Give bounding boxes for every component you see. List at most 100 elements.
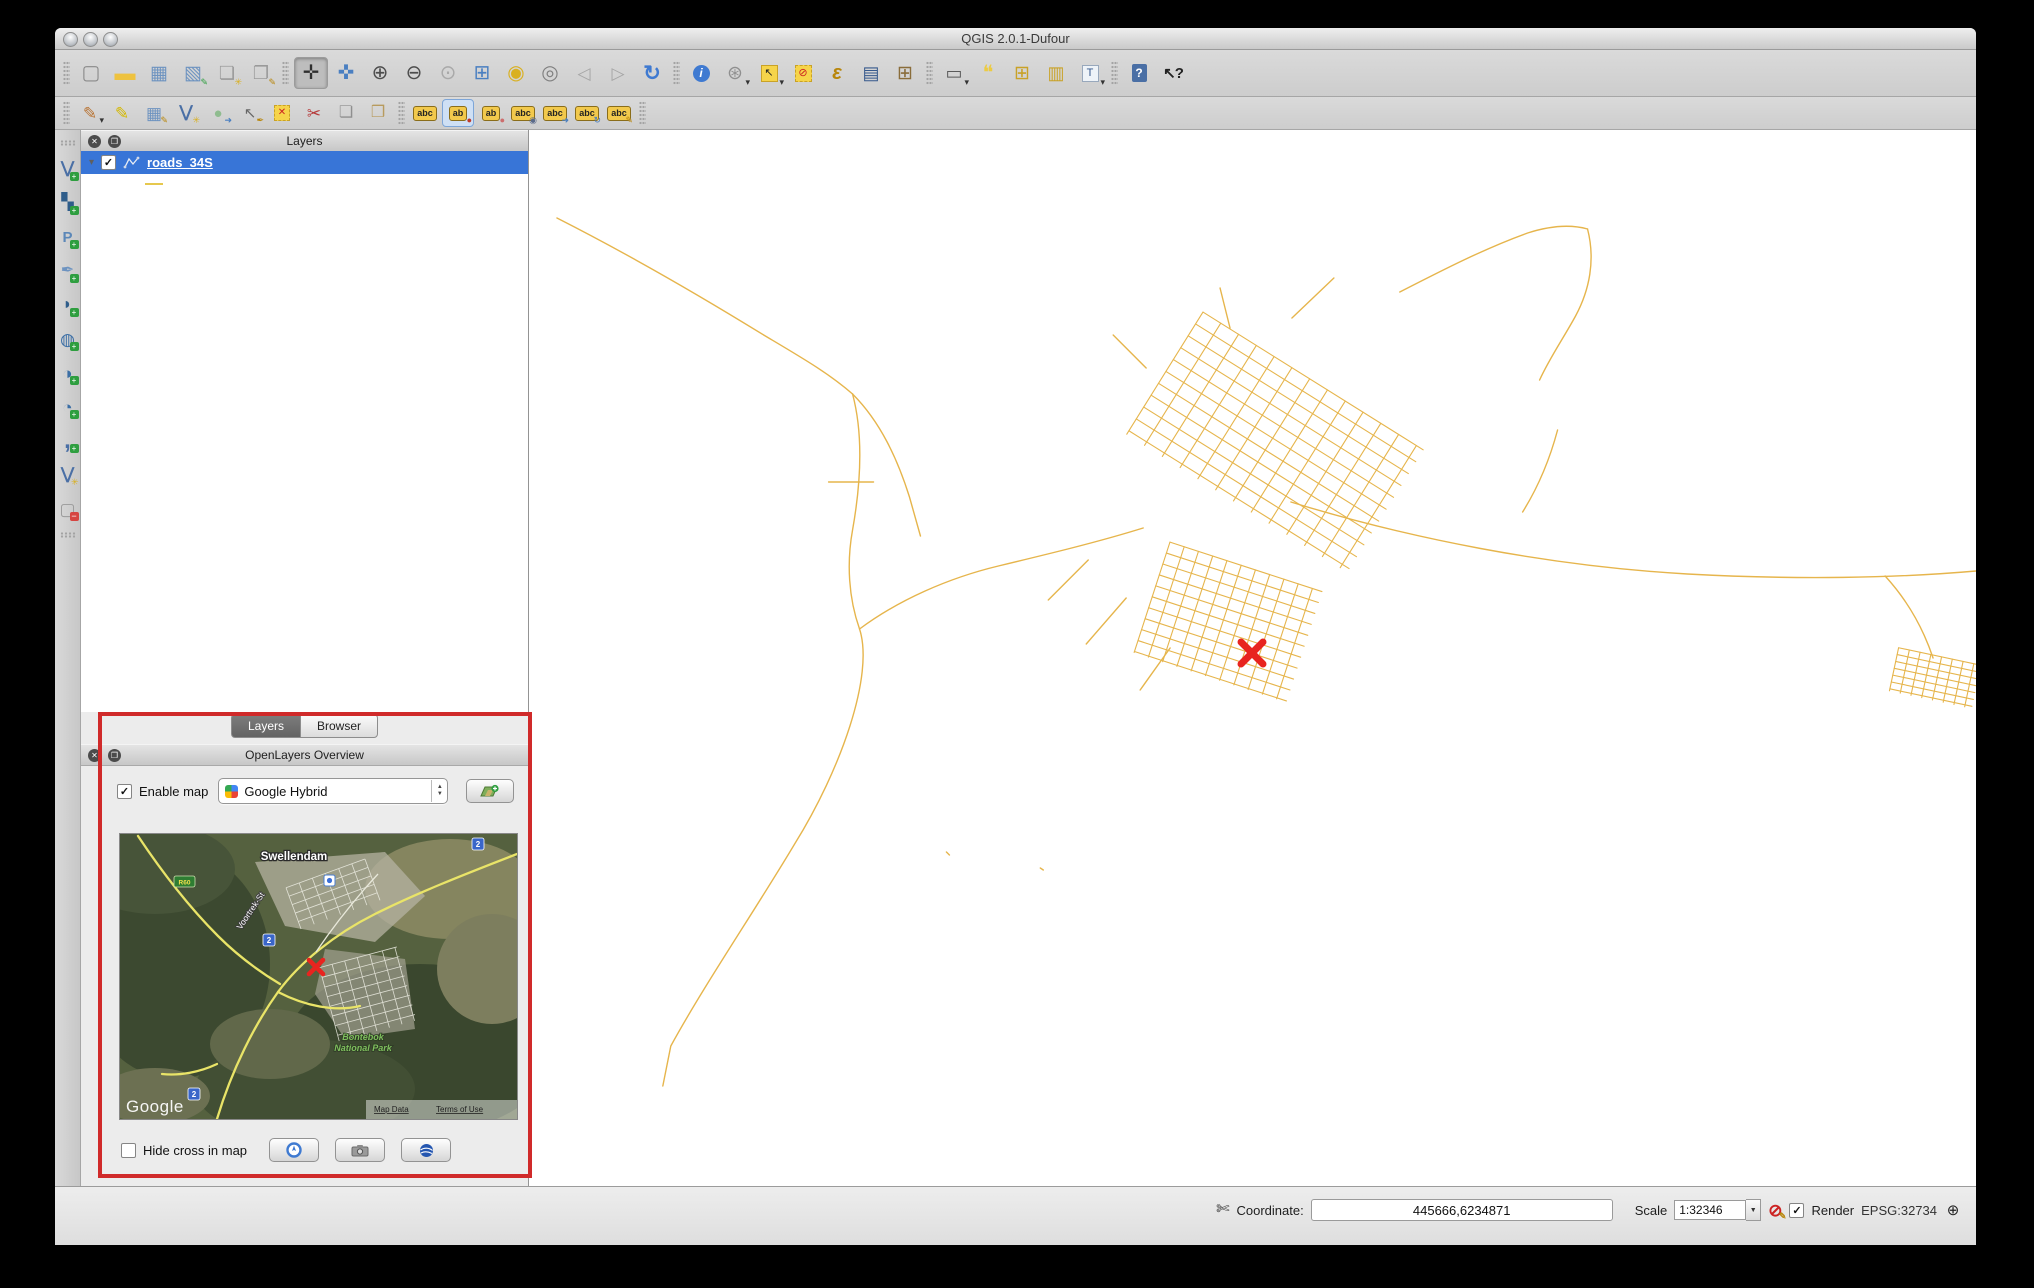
main-area: ⋁ + ▚ + P + ✒ +: [55, 130, 1976, 1186]
refresh-overview-button[interactable]: [269, 1138, 319, 1162]
add-postgis-layer-button[interactable]: P +: [56, 224, 80, 250]
google-earth-button[interactable]: [401, 1138, 451, 1162]
float-panel-icon[interactable]: ❐: [108, 135, 121, 148]
paste-features-button[interactable]: ❒: [363, 100, 393, 126]
route-shield-2-icon: 2: [263, 934, 275, 946]
current-edits-button[interactable]: ✎ ▾: [75, 100, 105, 126]
add-mssql-layer-button[interactable]: ◗ +: [56, 292, 80, 318]
select-features-button[interactable]: ↖ ▾: [753, 58, 785, 88]
attribute-table-button[interactable]: ▤: [855, 58, 887, 88]
add-wms-layer-button[interactable]: ◍ +: [56, 326, 80, 352]
cut-features-button[interactable]: ✂: [299, 100, 329, 126]
pin-labels-button[interactable]: ab ●: [442, 99, 474, 127]
new-print-composer-button[interactable]: ❏ ✳: [211, 58, 243, 88]
add-delimited-text-layer-button[interactable]: , +: [56, 428, 80, 454]
labeling-options-button[interactable]: abc: [410, 100, 440, 126]
poi-marker-icon: [324, 875, 335, 886]
hide-cross-checkbox[interactable]: [121, 1143, 136, 1158]
zoom-full-button[interactable]: ⊞: [466, 58, 498, 88]
add-overview-layer-button[interactable]: [466, 779, 514, 803]
delete-selected-button[interactable]: ✕: [267, 100, 297, 126]
zoom-native-button[interactable]: ⊙: [432, 58, 464, 88]
enable-map-checkbox[interactable]: ✓: [117, 784, 132, 799]
terms-of-use-link[interactable]: Terms of Use: [436, 1105, 484, 1114]
change-label-button[interactable]: abc ✎: [604, 100, 634, 126]
zoom-out-button[interactable]: ⊖: [398, 58, 430, 88]
zoom-next-button[interactable]: ▷: [602, 58, 634, 88]
close-panel-icon[interactable]: ✕: [88, 135, 101, 148]
layer-visibility-checkbox[interactable]: ✓: [101, 155, 116, 170]
add-wfs-layer-button[interactable]: ◔ +: [56, 394, 80, 420]
save-project-button[interactable]: ▦: [143, 58, 175, 88]
measure-button[interactable]: ▭ ▾: [938, 58, 970, 88]
add-vector-layer-button[interactable]: ⋁ +: [56, 156, 80, 182]
map-canvas[interactable]: [529, 130, 1976, 1186]
open-project-button[interactable]: ▬: [109, 58, 141, 88]
add-feature-button[interactable]: ⋁ ✳: [171, 100, 201, 126]
toolbar-handle: [639, 101, 646, 125]
pan-map-button[interactable]: ✛: [294, 57, 328, 89]
add-wcs-layer-button[interactable]: ◑ +: [56, 360, 80, 386]
show-bookmarks-button[interactable]: ▥: [1040, 58, 1072, 88]
svg-text:2: 2: [267, 936, 272, 945]
toolbar-handle: [926, 61, 933, 85]
zoom-in-button[interactable]: ⊕: [364, 58, 396, 88]
screenshot-button[interactable]: [335, 1138, 385, 1162]
overview-map[interactable]: 2 2 2 R60: [119, 833, 518, 1120]
map-tips-button[interactable]: ❝: [972, 58, 1004, 88]
new-shapefile-layer-button[interactable]: ⋁ ✳: [56, 462, 80, 488]
titlebar: QGIS 2.0.1-Dufour: [55, 28, 1976, 50]
add-raster-layer-button[interactable]: ▚ +: [56, 190, 80, 216]
save-project-as-button[interactable]: ▧ ✎: [177, 58, 209, 88]
svg-text:National Park: National Park: [334, 1043, 393, 1053]
coordinate-input[interactable]: [1311, 1199, 1613, 1221]
map-data-link[interactable]: Map Data: [374, 1105, 409, 1114]
show-hide-labels-button[interactable]: abc ◉: [508, 100, 538, 126]
toggle-editing-button[interactable]: ✎: [107, 100, 137, 126]
render-label: Render: [1811, 1203, 1854, 1218]
text-annotation-button[interactable]: T ▾: [1074, 58, 1106, 88]
globe-icon: [419, 1143, 434, 1158]
layer-row[interactable]: ▾ ✓ roads_34S: [81, 151, 528, 174]
remove-layer-button[interactable]: ▢ −: [56, 496, 80, 522]
zoom-last-button[interactable]: ◁: [568, 58, 600, 88]
field-calculator-button[interactable]: ⊞: [889, 58, 921, 88]
scale-combobox[interactable]: 1:32346 ▼: [1674, 1199, 1761, 1221]
move-label-button[interactable]: abc ➜: [540, 100, 570, 126]
tab-layers[interactable]: Layers: [231, 714, 300, 738]
rotate-label-button[interactable]: abc ↻: [572, 100, 602, 126]
crs-status-icon[interactable]: ⊕: [1944, 1201, 1962, 1219]
composer-manager-button[interactable]: ❐ ✎: [245, 58, 277, 88]
move-feature-button[interactable]: ● ➜: [203, 100, 233, 126]
highlight-pinned-labels-button[interactable]: ab ●: [476, 100, 506, 126]
identify-features-button[interactable]: i: [685, 58, 717, 88]
zoom-to-layer-button[interactable]: ◎: [534, 58, 566, 88]
new-bookmark-button[interactable]: ⊞: [1006, 58, 1038, 88]
render-checkbox[interactable]: ✓: [1789, 1203, 1804, 1218]
manage-layers-toolbar: ⋁ + ▚ + P + ✒ +: [55, 130, 81, 1186]
tab-browser[interactable]: Browser: [300, 714, 378, 738]
save-layer-edits-button[interactable]: ▦ ✎: [139, 100, 169, 126]
select-stepper-icon[interactable]: ▲ ▼: [431, 780, 447, 802]
new-project-button[interactable]: ▢: [75, 58, 107, 88]
scale-dropdown-icon[interactable]: ▼: [1746, 1199, 1761, 1221]
pencil-icon: ✎: [1779, 1212, 1787, 1221]
status-bar: ✄ Coordinate: Scale 1:32346 ▼ ⊘ ✎ ✓ Rend…: [55, 1186, 1976, 1245]
mouse-position-icon[interactable]: ✄: [1216, 1202, 1229, 1218]
help-contents-button[interactable]: ?: [1123, 58, 1155, 88]
refresh-map-button[interactable]: ↻: [636, 58, 668, 88]
copy-features-button[interactable]: ❏: [331, 100, 361, 126]
expand-arrow-icon[interactable]: ▾: [89, 157, 94, 168]
zoom-to-selection-button[interactable]: ◉: [500, 58, 532, 88]
pan-to-selection-button[interactable]: ✜: [330, 58, 362, 88]
node-tool-button[interactable]: ↖ ✒: [235, 100, 265, 126]
map-provider-select[interactable]: Google Hybrid ▲ ▼: [218, 778, 448, 804]
float-panel-icon[interactable]: ❐: [108, 749, 121, 762]
select-by-expression-button[interactable]: ε: [821, 58, 853, 88]
deselect-features-button[interactable]: ⊘: [787, 58, 819, 88]
close-panel-icon[interactable]: ✕: [88, 749, 101, 762]
add-spatialite-layer-button[interactable]: ✒ +: [56, 258, 80, 284]
whats-this-button[interactable]: ↖?: [1157, 58, 1189, 88]
stop-render-icon[interactable]: ⊘ ✎: [1768, 1202, 1782, 1219]
run-feature-action-button[interactable]: ⊛ ▾: [719, 58, 751, 88]
